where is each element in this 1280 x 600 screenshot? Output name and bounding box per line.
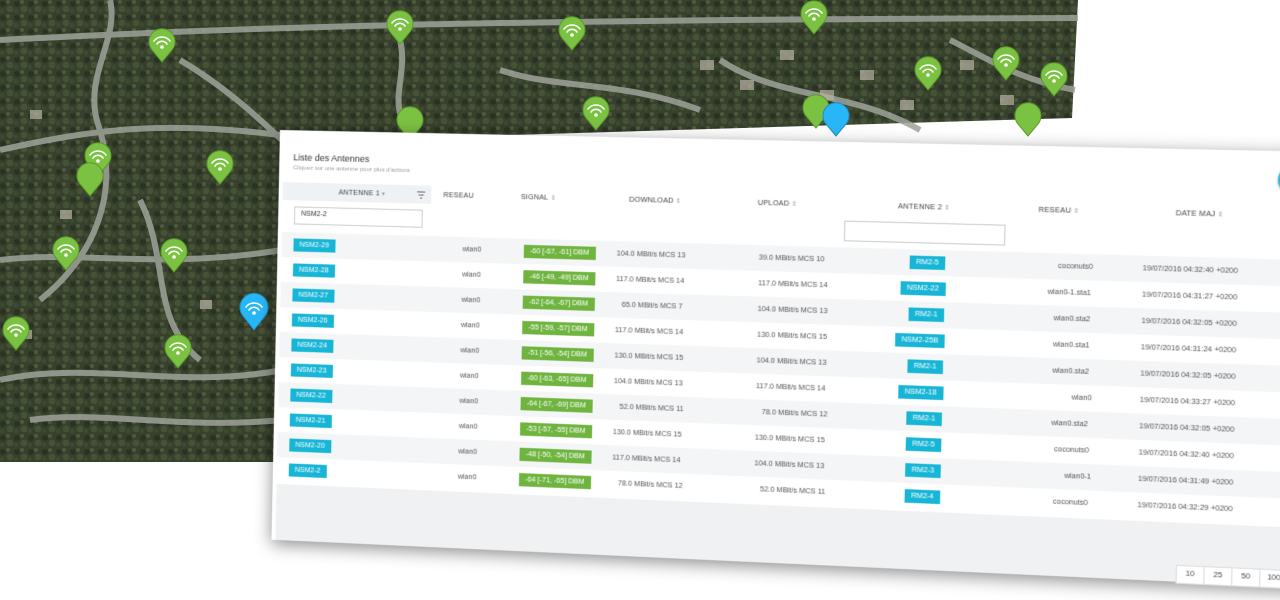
reseau1-cell: wlan0 [458, 422, 478, 431]
col-header-reseau1[interactable]: RESEAU [443, 192, 474, 200]
upload-cell: 78.0 MBit/s MCS 12 [761, 408, 828, 419]
download-cell: 130.0 MBit/s MCS 15 [612, 428, 682, 439]
reseau1-cell: wlan0 [461, 296, 481, 305]
date-cell: 19/07/2016 04:33:27 +0200 [1139, 396, 1235, 408]
page-size-25[interactable]: 25 [1204, 567, 1233, 586]
upload-cell: 104.0 MBit/s MCS 13 [757, 305, 828, 316]
antenne2-tag[interactable]: RM2-5 [905, 436, 942, 452]
signal-badge: -64 [-67, -69] DBM [520, 396, 593, 413]
reseau1-cell: wlan0 [462, 246, 482, 254]
antenne2-tag[interactable]: RM2-1 [908, 307, 945, 322]
download-cell: 65.0 MBit/s MCS 7 [621, 301, 683, 311]
upload-cell: 117.0 MBit/s MCS 14 [755, 383, 826, 393]
signal-badge: -51 [-56, -54] DBM [521, 345, 594, 362]
download-cell: 117.0 MBit/s MCS 14 [614, 326, 684, 337]
download-cell: 117.0 MBit/s MCS 14 [612, 454, 681, 465]
antenne1-tag[interactable]: NSM2-24 [291, 338, 334, 353]
reseau2-cell: coconuts0 [1052, 498, 1088, 508]
signal-badge: -48 [-50, -54] DBM [519, 447, 592, 464]
upload-cell: 39.0 MBit/s MCS 10 [758, 254, 825, 264]
signal-badge: -60 [-63, -65] DBM [521, 371, 593, 388]
col-header-download[interactable]: DOWNLOAD ⇕ [629, 197, 681, 205]
col-header-reseau2[interactable]: RESEAU ⇕ [1038, 207, 1079, 215]
antenne1-tag[interactable]: NSM2-27 [292, 288, 335, 303]
filter-icon[interactable] [417, 191, 425, 200]
reseau1-cell: wlan0 [461, 271, 481, 280]
upload-cell: 52.0 MBit/s MCS 11 [759, 486, 826, 497]
antenne1-tag[interactable]: NSM2-28 [292, 263, 335, 278]
reseau2-cell: wlan0.sta2 [1051, 419, 1089, 429]
col-header-date[interactable]: DATE MAJ ⇕ [1176, 210, 1224, 219]
antenne2-tag[interactable]: NSM2-18 [898, 384, 944, 400]
antenne1-tag[interactable]: NSM2-2 [288, 463, 327, 478]
signal-badge: -53 [-57, -55] DBM [519, 421, 592, 438]
reseau1-cell: wlan0 [458, 448, 478, 457]
antenne2-filter-input[interactable] [843, 220, 1006, 246]
date-cell: 19/07/2016 04:32:05 +0200 [1141, 317, 1237, 329]
page-size-10[interactable]: 10 [1176, 565, 1205, 585]
reseau2-cell: wlan0-1.sta1 [1047, 288, 1092, 298]
upload-cell: 104.0 MBit/s MCS 13 [754, 460, 825, 471]
download-cell: 130.0 MBit/s MCS 15 [614, 352, 684, 362]
reseau2-cell: wlan0.sta2 [1053, 315, 1091, 324]
signal-badge: -64 [-71, -65] DBM [518, 472, 591, 489]
antenne1-tag[interactable]: NSM2-23 [290, 363, 333, 378]
antenne1-tag[interactable]: NSM2-22 [290, 388, 333, 403]
antenne1-tag[interactable]: NSM2-29 [293, 238, 336, 253]
date-cell: 19/07/2016 04:32:29 +0200 [1137, 501, 1233, 514]
antenne1-tag[interactable]: NSM2-26 [291, 313, 334, 328]
date-cell: 19/07/2016 04:32:05 +0200 [1140, 370, 1236, 382]
reseau1-cell: wlan0 [460, 321, 480, 330]
upload-cell: 130.0 MBit/s MCS 15 [754, 434, 825, 445]
panel-subtitle: Cliquez sur une antenne pour plus d'acti… [293, 165, 411, 175]
download-cell: 52.0 MBit/s MCS 11 [619, 403, 684, 414]
antenne2-tag[interactable]: RM2-1 [907, 358, 944, 374]
date-cell: 19/07/2016 04:31:27 +0200 [1141, 291, 1238, 302]
upload-cell: 104.0 MBit/s MCS 13 [756, 357, 827, 367]
reseau2-cell: wlan0.sta1 [1052, 341, 1090, 350]
signal-badge: -46 [-49, -49] DBM [523, 269, 596, 286]
antenna-list-panel: Liste des Antennes Cliquez sur une anten… [271, 130, 1280, 590]
download-cell: 78.0 MBit/s MCS 12 [617, 480, 683, 491]
antenne2-tag[interactable]: NSM2-22 [900, 280, 946, 296]
reseau2-cell: wlan0.sta2 [1052, 367, 1090, 376]
reseau1-cell: wlan0 [459, 397, 479, 406]
antenne2-tag[interactable]: NSM2-25B [895, 332, 946, 348]
col-header-upload[interactable]: UPLOAD ⇕ [758, 200, 797, 208]
antenne2-tag[interactable]: RM2-3 [905, 462, 941, 478]
page-size-100[interactable]: 100 [1260, 570, 1280, 588]
panel-title: Liste des Antennes [293, 152, 370, 165]
download-cell: 104.0 MBit/s MCS 13 [613, 377, 683, 388]
reseau2-cell: wlan0 [1071, 394, 1092, 403]
antenna-table-body: NSM2-29 wlan0 -60 [-67, -61] DBM 104.0 M… [277, 232, 1280, 527]
signal-badge: -62 [-64, -67] DBM [522, 295, 595, 311]
col-header-antenne1[interactable]: ANTENNE 1 ▾ [339, 189, 386, 197]
signal-badge: -60 [-67, -61] DBM [523, 244, 596, 260]
signal-badge: -55 [-59, -57] DBM [522, 320, 594, 337]
date-cell: 19/07/2016 04:32:40 +0200 [1142, 265, 1238, 276]
col-header-antenne2[interactable]: ANTENNE 2 ⇕ [898, 203, 950, 212]
reseau2-cell: coconuts0 [1053, 446, 1090, 455]
upload-cell: 117.0 MBit/s MCS 14 [758, 280, 828, 290]
antenne2-tag[interactable]: RM2-5 [909, 255, 946, 270]
antenne1-filter-input[interactable]: NSM2-2 [293, 206, 423, 228]
antenne1-tag[interactable]: NSM2-21 [289, 413, 332, 428]
antenne2-tag[interactable]: RM2-4 [904, 488, 941, 504]
reseau2-cell: coconuts0 [1057, 262, 1094, 272]
download-cell: 104.0 MBit/s MCS 13 [616, 250, 686, 260]
antenne1-tag[interactable]: NSM2-20 [289, 438, 332, 453]
download-cell: 117.0 MBit/s MCS 14 [615, 275, 685, 286]
page-size-50[interactable]: 50 [1232, 568, 1261, 587]
reseau1-cell: wlan0 [457, 473, 477, 482]
col-header-signal[interactable]: SIGNAL ⇕ [521, 194, 556, 202]
date-cell: 19/07/2016 04:31:49 +0200 [1137, 475, 1234, 487]
reseau2-cell: wlan0-1 [1064, 472, 1092, 482]
upload-cell: 130.0 MBit/s MCS 15 [756, 331, 828, 342]
reseau1-cell: wlan0 [459, 372, 479, 381]
date-cell: 19/07/2016 04:32:40 +0200 [1138, 449, 1234, 461]
reseau1-cell: wlan0 [460, 347, 480, 355]
date-cell: 19/07/2016 04:32:05 +0200 [1139, 423, 1235, 434]
antenne2-tag[interactable]: RM2-1 [906, 410, 943, 426]
date-cell: 19/07/2016 04:31:24 +0200 [1140, 344, 1237, 355]
